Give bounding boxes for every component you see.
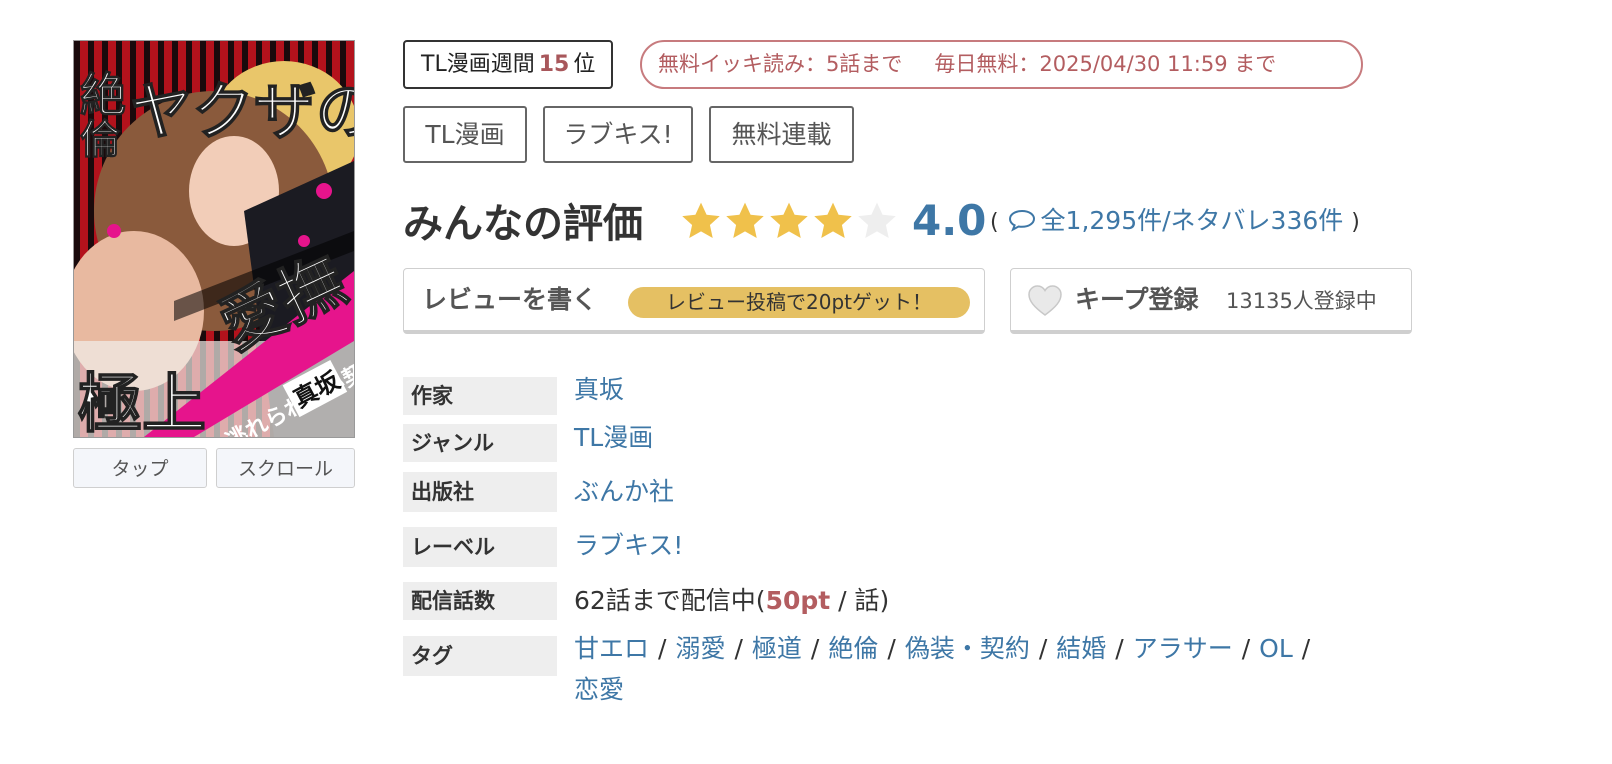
tag-separator: / bbox=[734, 634, 743, 663]
keep-button[interactable]: キープ登録 13135人登録中 bbox=[1010, 268, 1412, 334]
ranking-prefix: TL漫画週間 bbox=[421, 52, 535, 77]
review-promo-badge: レビュー投稿で20ptゲット！ bbox=[628, 287, 970, 318]
star-filled-icon bbox=[770, 202, 808, 238]
rating-title: みんなの評価 bbox=[403, 201, 643, 247]
episodes-price: 50pt bbox=[765, 586, 831, 615]
review-count-link[interactable]: ( 全1,295件/ネタバレ336件 ) bbox=[990, 203, 1360, 241]
free-ikki-text: 無料イッキ読み：5話まで bbox=[658, 52, 903, 76]
scroll-view-button[interactable]: スクロール bbox=[216, 448, 355, 488]
ranking-suffix: 位 bbox=[573, 52, 596, 77]
tag-link[interactable]: 甘エロ bbox=[574, 634, 649, 663]
label-link[interactable]: ラブキス! bbox=[574, 528, 683, 564]
tag-separator: / bbox=[887, 634, 896, 663]
tag-link[interactable]: 偽装・契約 bbox=[905, 634, 1030, 663]
tag-link[interactable]: 結婚 bbox=[1056, 634, 1106, 663]
genre-tag-tl-manga[interactable]: TL漫画 bbox=[403, 106, 527, 163]
daily-free-text: 毎日無料：2025/04/30 11:59 まで bbox=[934, 52, 1277, 76]
author-link[interactable]: 真坂 bbox=[574, 372, 624, 408]
tags-label: タグ bbox=[403, 636, 557, 676]
keep-label: キープ登録 bbox=[1075, 285, 1199, 314]
speech-bubble-icon bbox=[1008, 209, 1035, 232]
tags-line-2: 恋愛 bbox=[574, 672, 624, 708]
svg-text:極上: 極上 bbox=[78, 367, 206, 437]
star-filled-icon bbox=[814, 202, 852, 238]
svg-text:ヤクザの: ヤクザの bbox=[130, 75, 354, 148]
publisher-link[interactable]: ぶんか社 bbox=[574, 474, 674, 510]
write-review-label: レビューを書く bbox=[422, 285, 598, 314]
tag-separator: / bbox=[810, 634, 820, 663]
tag-link[interactable]: OL bbox=[1259, 634, 1293, 663]
tags-line-1: 甘エロ / 溺愛 / 極道 / 絶倫 / 偽装・契約 / 結婚 / アラサー / OL / bbox=[574, 631, 1319, 667]
star-filled-icon bbox=[726, 202, 764, 238]
cover-illustration: 絶 倫 ヤクザの 愛撫 極上 逃れられない契約結婚 真坂 bbox=[74, 41, 354, 437]
tag-separator: / bbox=[658, 634, 667, 663]
tag-link[interactable]: 極道 bbox=[752, 634, 802, 663]
paren-close: ) bbox=[1351, 210, 1360, 235]
heart-icon bbox=[1028, 285, 1062, 316]
tag-link[interactable]: 絶倫 bbox=[828, 634, 878, 663]
genre-tag-lovekiss[interactable]: ラブキス! bbox=[543, 106, 693, 163]
cover-buttons: タップ スクロール bbox=[73, 448, 355, 490]
ranking-badge[interactable]: TL漫画週間 15 位 bbox=[403, 40, 614, 89]
tag-separator: / bbox=[1115, 634, 1124, 663]
tag-separator: / bbox=[1241, 634, 1251, 663]
star-empty-icon bbox=[858, 202, 896, 238]
star-filled-icon bbox=[682, 202, 720, 238]
svg-text:倫: 倫 bbox=[80, 116, 121, 163]
cover-area: 絶 倫 ヤクザの 愛撫 極上 逃れられない契約結婚 真坂 タップ スクロール bbox=[73, 40, 355, 488]
ranking-number: 15 bbox=[538, 52, 570, 77]
episodes-text: 62話まで配信中( bbox=[574, 586, 766, 615]
review-count-text: 全1,295件/ネタバレ336件 bbox=[1040, 206, 1344, 235]
write-review-button[interactable]: レビューを書く レビュー投稿で20ptゲット！ bbox=[403, 268, 985, 334]
episodes-unit: / 話) bbox=[830, 586, 890, 615]
tag-separator: / bbox=[1038, 634, 1048, 663]
tag-link[interactable]: 恋愛 bbox=[574, 675, 624, 704]
rating-score: 4.0 bbox=[912, 196, 987, 245]
genre-link[interactable]: TL漫画 bbox=[574, 420, 653, 456]
svg-text:絶: 絶 bbox=[80, 68, 126, 122]
tap-view-button[interactable]: タップ bbox=[73, 448, 207, 488]
genre-tag-free-serial[interactable]: 無料連載 bbox=[709, 106, 854, 163]
label-label: レーベル bbox=[403, 527, 557, 567]
cover-image[interactable]: 絶 倫 ヤクザの 愛撫 極上 逃れられない契約結婚 真坂 bbox=[73, 40, 355, 438]
genre-label: ジャンル bbox=[403, 424, 557, 462]
paren-open: ( bbox=[990, 210, 999, 235]
tag-link[interactable]: アラサー bbox=[1133, 634, 1233, 663]
episodes-value: 62話まで配信中(50pt / 話) bbox=[574, 583, 889, 619]
publisher-label: 出版社 bbox=[403, 472, 557, 512]
author-label: 作家 bbox=[403, 377, 557, 415]
keep-count: 13135人登録中 bbox=[1226, 289, 1377, 313]
free-reading-info: 無料イッキ読み：5話まで 毎日無料：2025/04/30 11:59 まで bbox=[640, 40, 1363, 89]
tag-separator: / bbox=[1301, 634, 1311, 663]
tag-link[interactable]: 溺愛 bbox=[675, 634, 725, 663]
episodes-label: 配信話数 bbox=[403, 582, 557, 620]
